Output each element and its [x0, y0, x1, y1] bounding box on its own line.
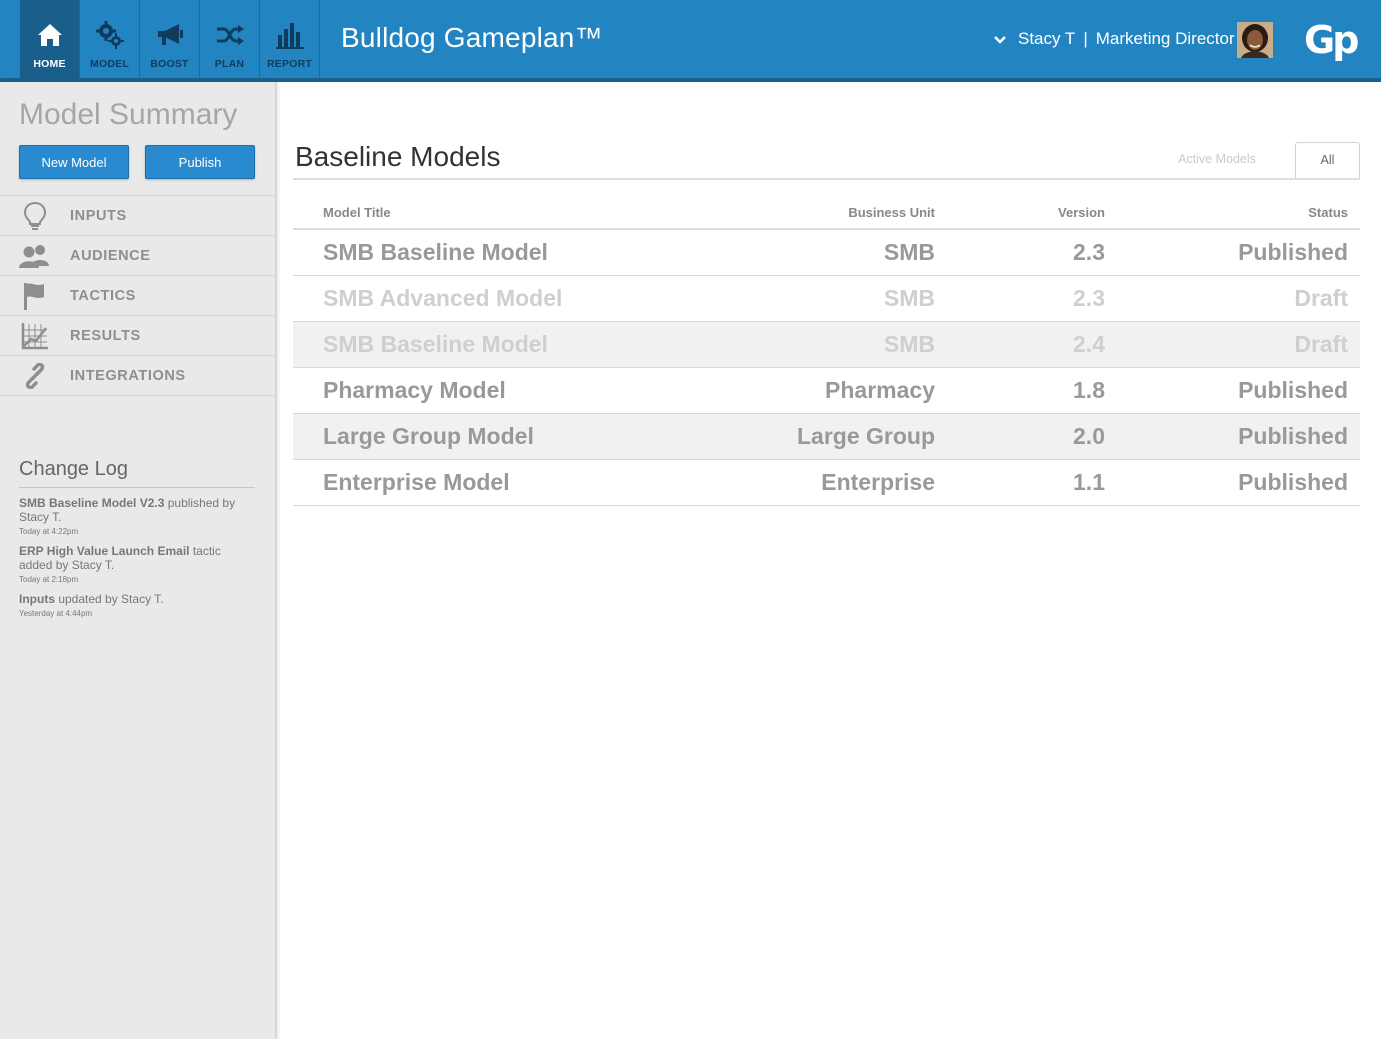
table-row[interactable]: SMB Advanced Model SMB 2.3 Draft: [293, 276, 1360, 322]
model-title: SMB Advanced Model: [323, 285, 563, 311]
change-log: Change Log SMB Baseline Model V2.3 publi…: [19, 458, 255, 618]
model-title: Large Group Model: [323, 423, 534, 449]
nav-label: REPORT: [267, 58, 312, 70]
change-log-entry: Inputs updated by Stacy T. Yesterday at …: [19, 592, 255, 618]
table-row[interactable]: SMB Baseline Model SMB 2.3 Published: [293, 230, 1360, 276]
change-log-time: Today at 4:22pm: [19, 527, 79, 536]
version: 2.4: [1073, 331, 1105, 357]
top-header: HOME MODEL BOOST PLAN REPORT Bulldog Gam…: [0, 0, 1381, 82]
model-title: Enterprise Model: [323, 469, 510, 495]
sidebar-item-label: RESULTS: [70, 327, 141, 344]
sidebar-item-audience[interactable]: AUDIENCE: [0, 236, 275, 276]
tab-all[interactable]: All: [1295, 142, 1360, 180]
change-log-entry: ERP High Value Launch Email tactic added…: [19, 544, 255, 584]
app-logo: Gp: [1304, 18, 1359, 62]
sidebar-item-tactics[interactable]: TACTICS: [0, 276, 275, 316]
home-icon: [35, 20, 65, 50]
main-nav: HOME MODEL BOOST PLAN REPORT: [20, 0, 320, 78]
app-title: Bulldog Gameplan™: [341, 22, 603, 53]
status: Published: [1238, 239, 1348, 265]
nav-home[interactable]: HOME: [20, 0, 80, 78]
flag-icon: [0, 282, 70, 310]
change-log-title: Change Log: [19, 458, 255, 488]
business-unit: Pharmacy: [825, 377, 935, 403]
page-title: Baseline Models: [295, 141, 501, 172]
model-title: SMB Baseline Model: [323, 239, 548, 265]
sidebar-item-inputs[interactable]: INPUTS: [0, 196, 275, 236]
business-unit: SMB: [883, 239, 935, 265]
nav-report[interactable]: REPORT: [260, 0, 320, 78]
business-unit: SMB: [883, 285, 935, 311]
nav-label: BOOST: [150, 58, 189, 70]
title-divider: [293, 178, 1360, 180]
status: Published: [1238, 423, 1348, 449]
lightbulb-icon: [0, 201, 70, 230]
nav-plan[interactable]: PLAN: [200, 0, 260, 78]
change-log-time: Today at 2:18pm: [19, 575, 79, 584]
model-title: SMB Baseline Model: [323, 331, 548, 357]
bar-chart-icon: [275, 20, 305, 50]
business-unit: Enterprise: [821, 469, 935, 495]
megaphone-icon: [155, 20, 185, 50]
change-log-subject: ERP High Value Launch Email: [19, 544, 190, 558]
change-log-time: Yesterday at 4:44pm: [19, 609, 93, 618]
nav-model[interactable]: MODEL: [80, 0, 140, 78]
nav-label: PLAN: [214, 58, 245, 70]
user-name: Stacy T: [1018, 29, 1076, 48]
version: 1.1: [1073, 469, 1105, 495]
table-header: Model Title Business Unit Version Status: [293, 196, 1360, 230]
model-title: Pharmacy Model: [323, 377, 506, 403]
business-unit: Large Group: [796, 423, 935, 449]
sidebar-item-label: AUDIENCE: [70, 247, 151, 264]
version: 2.3: [1073, 239, 1105, 265]
change-log-subject: Inputs: [19, 592, 55, 606]
nav-label: HOME: [33, 58, 66, 70]
sidebar-title: Model Summary: [19, 98, 238, 131]
table-row[interactable]: SMB Baseline Model SMB 2.4 Draft: [293, 322, 1360, 368]
change-log-text: updated by Stacy T.: [55, 592, 164, 606]
line-chart-icon: [0, 322, 70, 350]
sidebar-item-results[interactable]: RESULTS: [0, 316, 275, 356]
table-row[interactable]: Pharmacy Model Pharmacy 1.8 Published: [293, 368, 1360, 414]
status: Draft: [1294, 285, 1348, 311]
shuffle-icon: [215, 20, 245, 50]
version: 2.3: [1073, 285, 1105, 311]
chevron-down-icon: [994, 29, 1006, 49]
status: Draft: [1294, 331, 1348, 357]
link-icon: [0, 362, 70, 389]
status: Published: [1238, 377, 1348, 403]
publish-button[interactable]: Publish: [145, 145, 255, 179]
sidebar-item-integrations[interactable]: INTEGRATIONS: [0, 356, 275, 396]
column-header-status[interactable]: Status: [1105, 205, 1348, 220]
gears-icon: [95, 20, 125, 50]
business-unit: SMB: [883, 331, 935, 357]
models-table: Model Title Business Unit Version Status…: [293, 196, 1360, 506]
user-separator: |: [1083, 29, 1088, 48]
sidebar: Model Summary New Model Publish INPUTS A…: [0, 82, 277, 1039]
column-header-version[interactable]: Version: [935, 205, 1105, 220]
change-log-subject: SMB Baseline Model V2.3: [19, 496, 165, 510]
table-row[interactable]: Enterprise Model Enterprise 1.1 Publishe…: [293, 460, 1360, 506]
sidebar-item-label: INPUTS: [70, 207, 127, 224]
new-model-button[interactable]: New Model: [19, 145, 129, 179]
tab-active-models[interactable]: Active Models: [1140, 152, 1294, 166]
users-icon: [0, 244, 70, 268]
column-header-title[interactable]: Model Title: [293, 205, 793, 220]
table-row[interactable]: Large Group Model Large Group 2.0 Publis…: [293, 414, 1360, 460]
user-menu[interactable]: Stacy T | Marketing Director: [994, 29, 1235, 49]
nav-boost[interactable]: BOOST: [140, 0, 200, 78]
nav-label: MODEL: [90, 58, 129, 70]
status: Published: [1238, 469, 1348, 495]
user-role: Marketing Director: [1095, 29, 1235, 48]
column-header-business-unit[interactable]: Business Unit: [793, 205, 935, 220]
change-log-entry: SMB Baseline Model V2.3 published by Sta…: [19, 496, 255, 536]
avatar[interactable]: [1237, 22, 1273, 58]
version: 2.0: [1073, 423, 1105, 449]
sidebar-item-label: TACTICS: [70, 287, 136, 304]
sidebar-menu: INPUTS AUDIENCE TACTICS RESULTS INTEGRAT…: [0, 195, 275, 396]
version: 1.8: [1073, 377, 1105, 403]
sidebar-item-label: INTEGRATIONS: [70, 367, 186, 384]
